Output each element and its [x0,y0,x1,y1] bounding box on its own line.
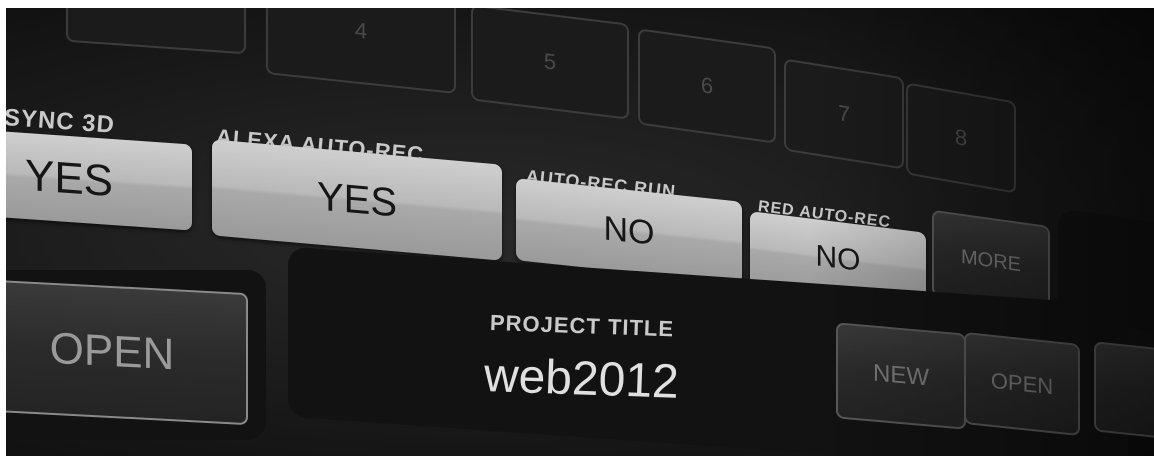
open-button-label: OPEN [49,323,175,380]
camera-slot-6[interactable]: 6 [638,28,776,144]
camera-slot-label: 4 [354,17,368,44]
camera-slot-7[interactable]: 7 [784,58,904,170]
camera-slot-label: 5 [543,48,557,75]
new-project-button-label: NEW [873,359,929,392]
camera-slot-5[interactable]: 5 [471,8,629,120]
open-project-button-label: OPEN [990,367,1054,400]
alexa-auto-rec-toggle[interactable]: YES [212,139,502,261]
control-panel: 4 5 6 7 8 SYNC 3D YES ALEXA AUTO-REC YES… [6,8,1154,456]
open-project-button[interactable]: OPEN [964,331,1080,437]
alexa-auto-rec-value: YES [316,173,398,226]
more-button-label: MORE [961,245,1021,276]
open-button[interactable]: OPEN [6,278,248,426]
sync3d-value: YES [24,150,114,207]
camera-slot-8[interactable]: 8 [906,82,1016,194]
camera-slot-label: 8 [954,123,968,152]
camera-slot-label: 6 [700,72,714,99]
auto-rec-run-value: NO [603,208,655,253]
camera-slot-3[interactable] [66,8,246,55]
sync3d-toggle[interactable]: YES [6,127,192,231]
app-screen: 4 5 6 7 8 SYNC 3D YES ALEXA AUTO-REC YES… [6,8,1154,456]
new-project-button[interactable]: NEW [836,322,966,430]
camera-slot-4[interactable]: 4 [266,8,456,94]
camera-slot-label: 7 [837,100,851,127]
red-auto-rec-value: NO [815,239,861,278]
partial-button[interactable] [1094,341,1154,441]
project-title-value: web2012 [483,349,680,409]
